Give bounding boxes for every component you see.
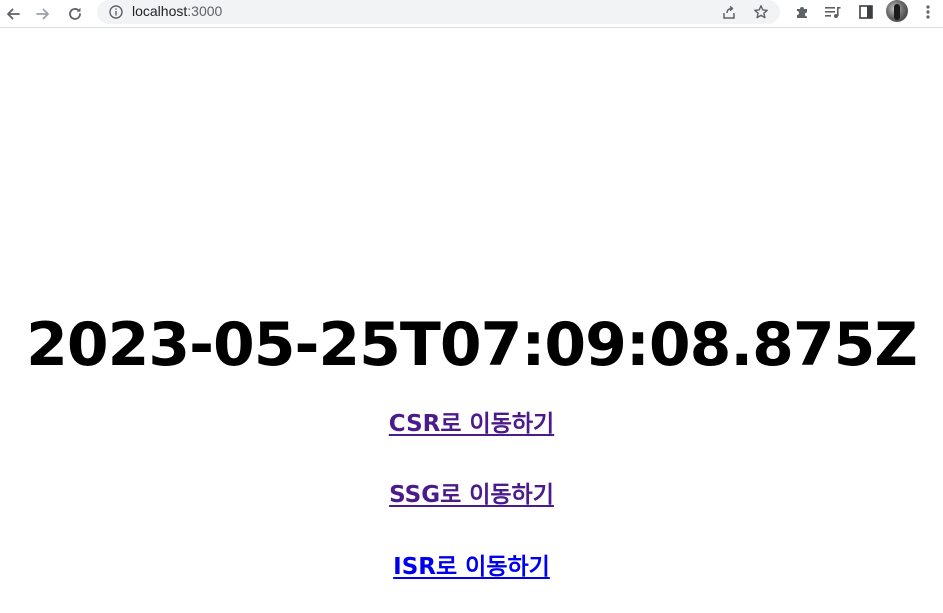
forward-button[interactable]: [32, 3, 54, 25]
isr-link[interactable]: ISR로 이동하기: [393, 554, 550, 580]
url-host: localhost: [132, 3, 188, 19]
link-row-ssg: SSG로 이동하기: [0, 480, 943, 510]
timestamp-heading: 2023-05-25T07:09:08.875Z: [26, 310, 918, 380]
arrow-right-icon: [36, 8, 49, 20]
share-icon[interactable]: [720, 3, 738, 21]
link-row-csr: CSR로 이동하기: [0, 409, 943, 439]
puzzle-icon[interactable]: [792, 2, 812, 22]
info-circle-icon[interactable]: [107, 3, 125, 21]
page-content: 2023-05-25T07:09:08.875Z CSR로 이동하기 SSG로 …: [0, 28, 943, 613]
avatar[interactable]: [886, 0, 908, 22]
browser-toolbar: localhost:3000: [0, 0, 943, 28]
side-panel-icon[interactable]: [856, 2, 876, 22]
csr-link[interactable]: CSR로 이동하기: [389, 411, 554, 437]
star-icon[interactable]: [752, 3, 770, 21]
kebab-menu-icon[interactable]: [918, 2, 938, 22]
reload-icon: [69, 7, 81, 20]
arrow-left-icon: [7, 8, 20, 20]
media-queue-icon[interactable]: [823, 2, 843, 22]
link-row-isr: ISR로 이동하기: [0, 552, 943, 582]
url-text[interactable]: localhost:3000: [132, 2, 222, 20]
address-bar[interactable]: localhost:3000: [97, 0, 780, 24]
url-port: :3000: [187, 3, 223, 19]
ssg-link[interactable]: SSG로 이동하기: [389, 482, 554, 508]
back-button[interactable]: [2, 3, 24, 25]
reload-button[interactable]: [64, 3, 86, 25]
